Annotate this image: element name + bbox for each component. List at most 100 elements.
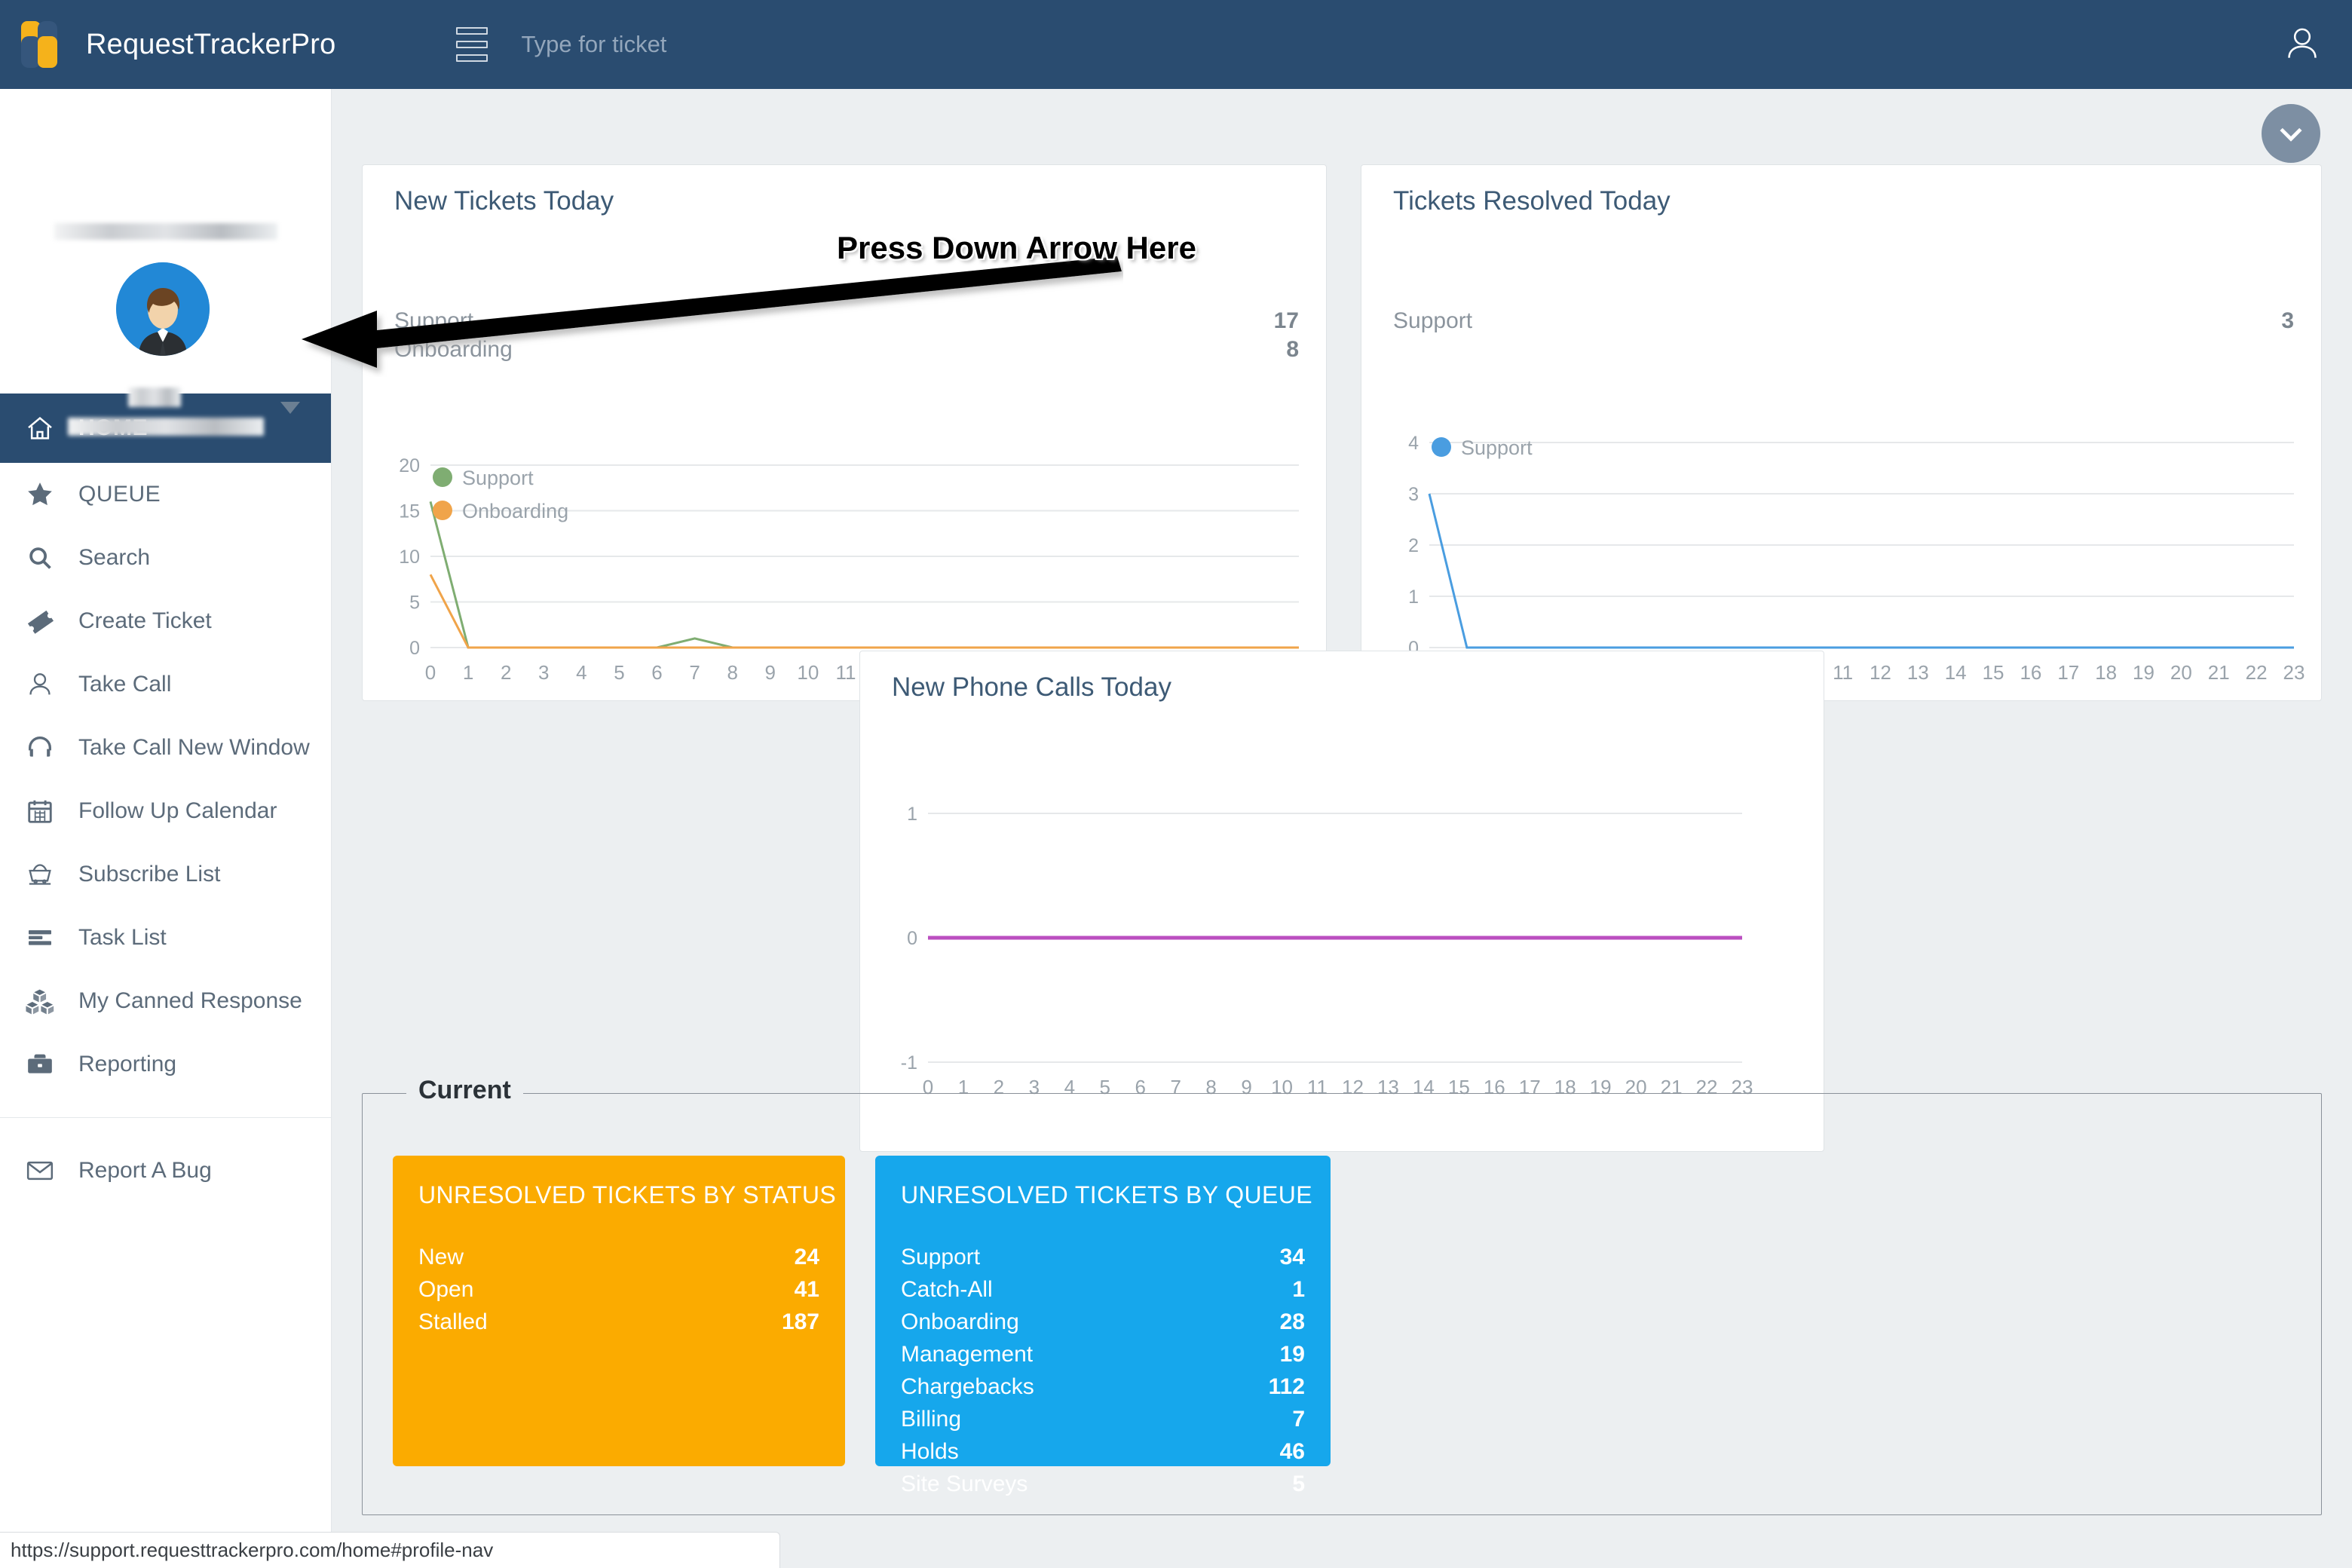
tile-row: Open 41 — [418, 1276, 819, 1303]
svg-text:3: 3 — [1408, 484, 1419, 505]
chevron-down-icon — [2280, 127, 2302, 142]
sidebar-nav: HOME QUEUE Search — [0, 394, 331, 1202]
svg-text:5: 5 — [614, 661, 624, 684]
sidebar-item-queue[interactable]: QUEUE — [0, 463, 331, 526]
tile-row: Catch-All 1 — [901, 1276, 1305, 1303]
svg-text:10: 10 — [399, 547, 420, 568]
svg-text:1: 1 — [1408, 586, 1419, 608]
tile-label: Chargebacks — [901, 1374, 1034, 1399]
cart-icon — [17, 859, 63, 890]
summary-row-support: Support 17 — [394, 308, 1299, 334]
ticket-icon — [17, 606, 63, 636]
svg-text:16: 16 — [2020, 661, 2041, 684]
hamburger-icon[interactable] — [456, 27, 488, 62]
profile-block[interactable] — [0, 89, 331, 436]
app-title: RequestTrackerPro — [86, 28, 336, 60]
sidebar-divider — [0, 1117, 331, 1118]
top-header-bar: RequestTrackerPro — [0, 0, 2352, 89]
tile-row: Support 34 — [901, 1244, 1305, 1271]
sidebar-item-label: My Canned Response — [78, 988, 302, 1013]
summary-value: 17 — [1273, 308, 1299, 333]
sidebar-item-label: Take Call New Window — [78, 735, 310, 760]
tile-value: 7 — [1292, 1407, 1305, 1432]
tile-label: Billing — [901, 1407, 962, 1432]
app-root: HOME QUEUE Search — [0, 0, 2352, 1568]
svg-text:4: 4 — [1408, 433, 1419, 454]
svg-text:5: 5 — [409, 593, 420, 614]
summary-label: Support — [1393, 308, 1473, 333]
tile-label: New — [418, 1245, 464, 1269]
svg-text:0: 0 — [907, 928, 917, 949]
svg-text:1: 1 — [463, 661, 473, 684]
tile-row: Billing 7 — [901, 1406, 1305, 1433]
svg-text:12: 12 — [1870, 661, 1891, 684]
star-icon — [17, 479, 63, 510]
svg-text:18: 18 — [2095, 661, 2117, 684]
search-input[interactable] — [519, 30, 912, 59]
svg-text:6: 6 — [651, 661, 662, 684]
card-tickets-resolved-today: Tickets Resolved Today Support 3 0123401… — [1361, 164, 2322, 701]
tile-value: 24 — [794, 1245, 819, 1269]
sidebar-item-label: Task List — [78, 925, 167, 950]
card-title: Tickets Resolved Today — [1393, 186, 1671, 216]
sidebar-item-label: Reporting — [78, 1052, 177, 1076]
summary-label: Onboarding — [394, 337, 513, 362]
tile-label: Catch-All — [901, 1277, 993, 1302]
tile-value: 5 — [1292, 1472, 1305, 1496]
sidebar-item-follow-up-calendar[interactable]: Follow Up Calendar — [0, 779, 331, 843]
tile-value: 46 — [1279, 1439, 1305, 1464]
svg-text:14: 14 — [1945, 661, 1967, 684]
tile-unresolved-by-queue[interactable]: UNRESOLVED TICKETS BY QUEUE Support 34 C… — [875, 1156, 1331, 1496]
list-icon — [17, 923, 63, 953]
home-icon — [17, 413, 63, 443]
user-icon[interactable] — [2281, 23, 2323, 65]
sidebar-item-create-ticket[interactable]: Create Ticket — [0, 590, 331, 653]
svg-text:2: 2 — [1408, 535, 1419, 556]
scroll-down-button[interactable] — [2262, 104, 2320, 163]
svg-text:22: 22 — [2246, 661, 2268, 684]
sidebar-item-subscribe-list[interactable]: Subscribe List — [0, 843, 331, 906]
tile-value: 187 — [781, 1309, 819, 1334]
sidebar-item-my-canned-response[interactable]: My Canned Response — [0, 969, 331, 1033]
tile-value: 19 — [1279, 1342, 1305, 1367]
svg-text:7: 7 — [689, 661, 700, 684]
app-logo-icon — [21, 21, 68, 68]
card-new-phone-calls-today: New Phone Calls Today -1 0 1 0 1 2 3 4 5 6 7 8 9 10 11… — [859, 651, 1824, 1152]
tile-title: UNRESOLVED TICKETS BY STATUS — [418, 1181, 837, 1208]
tile-value: 34 — [1279, 1245, 1305, 1269]
sidebar-item-label: Take Call — [78, 672, 172, 697]
status-bar-url: https://support.requesttrackerpro.com/ho… — [0, 1532, 780, 1568]
svg-text:23: 23 — [2283, 661, 2305, 684]
svg-text:0: 0 — [425, 661, 436, 684]
sidebar-item-search[interactable]: Search — [0, 526, 331, 590]
search-icon — [17, 544, 63, 572]
avatar[interactable] — [116, 262, 210, 356]
tile-value: 112 — [1268, 1374, 1305, 1399]
svg-text:Support: Support — [462, 467, 534, 489]
sidebar-item-label: Search — [78, 545, 151, 570]
summary-value: 3 — [2281, 308, 2294, 333]
summary-row-onboarding: Onboarding 8 — [394, 337, 1299, 363]
tile-row: Onboarding 28 — [901, 1309, 1305, 1336]
sidebar-item-reporting[interactable]: Reporting — [0, 1033, 331, 1096]
sidebar: HOME QUEUE Search — [0, 89, 332, 1568]
tile-row: Chargebacks 112 — [901, 1374, 1305, 1401]
svg-text:0: 0 — [409, 638, 420, 659]
svg-text:-1: -1 — [901, 1052, 917, 1073]
sidebar-item-take-call-new-window[interactable]: Take Call New Window — [0, 716, 331, 779]
svg-text:15: 15 — [399, 501, 420, 522]
svg-text:Support: Support — [1461, 436, 1533, 459]
svg-text:21: 21 — [2208, 661, 2230, 684]
current-section: Current UNRESOLVED TICKETS BY STATUS New… — [362, 1076, 2322, 1515]
sidebar-item-task-list[interactable]: Task List — [0, 906, 331, 969]
tile-unresolved-by-status[interactable]: UNRESOLVED TICKETS BY STATUS New 24 Open… — [393, 1156, 845, 1466]
tile-label: Stalled — [418, 1309, 488, 1334]
sidebar-item-report-a-bug[interactable]: Report A Bug — [0, 1139, 331, 1202]
sidebar-item-take-call[interactable]: Take Call — [0, 653, 331, 716]
tile-value: 28 — [1279, 1309, 1305, 1334]
tile-value: 1 — [1292, 1277, 1305, 1302]
tile-value: 41 — [794, 1277, 819, 1302]
sidebar-item-label: QUEUE — [78, 482, 161, 507]
svg-text:11: 11 — [835, 661, 856, 684]
caret-down-icon[interactable] — [280, 402, 300, 414]
